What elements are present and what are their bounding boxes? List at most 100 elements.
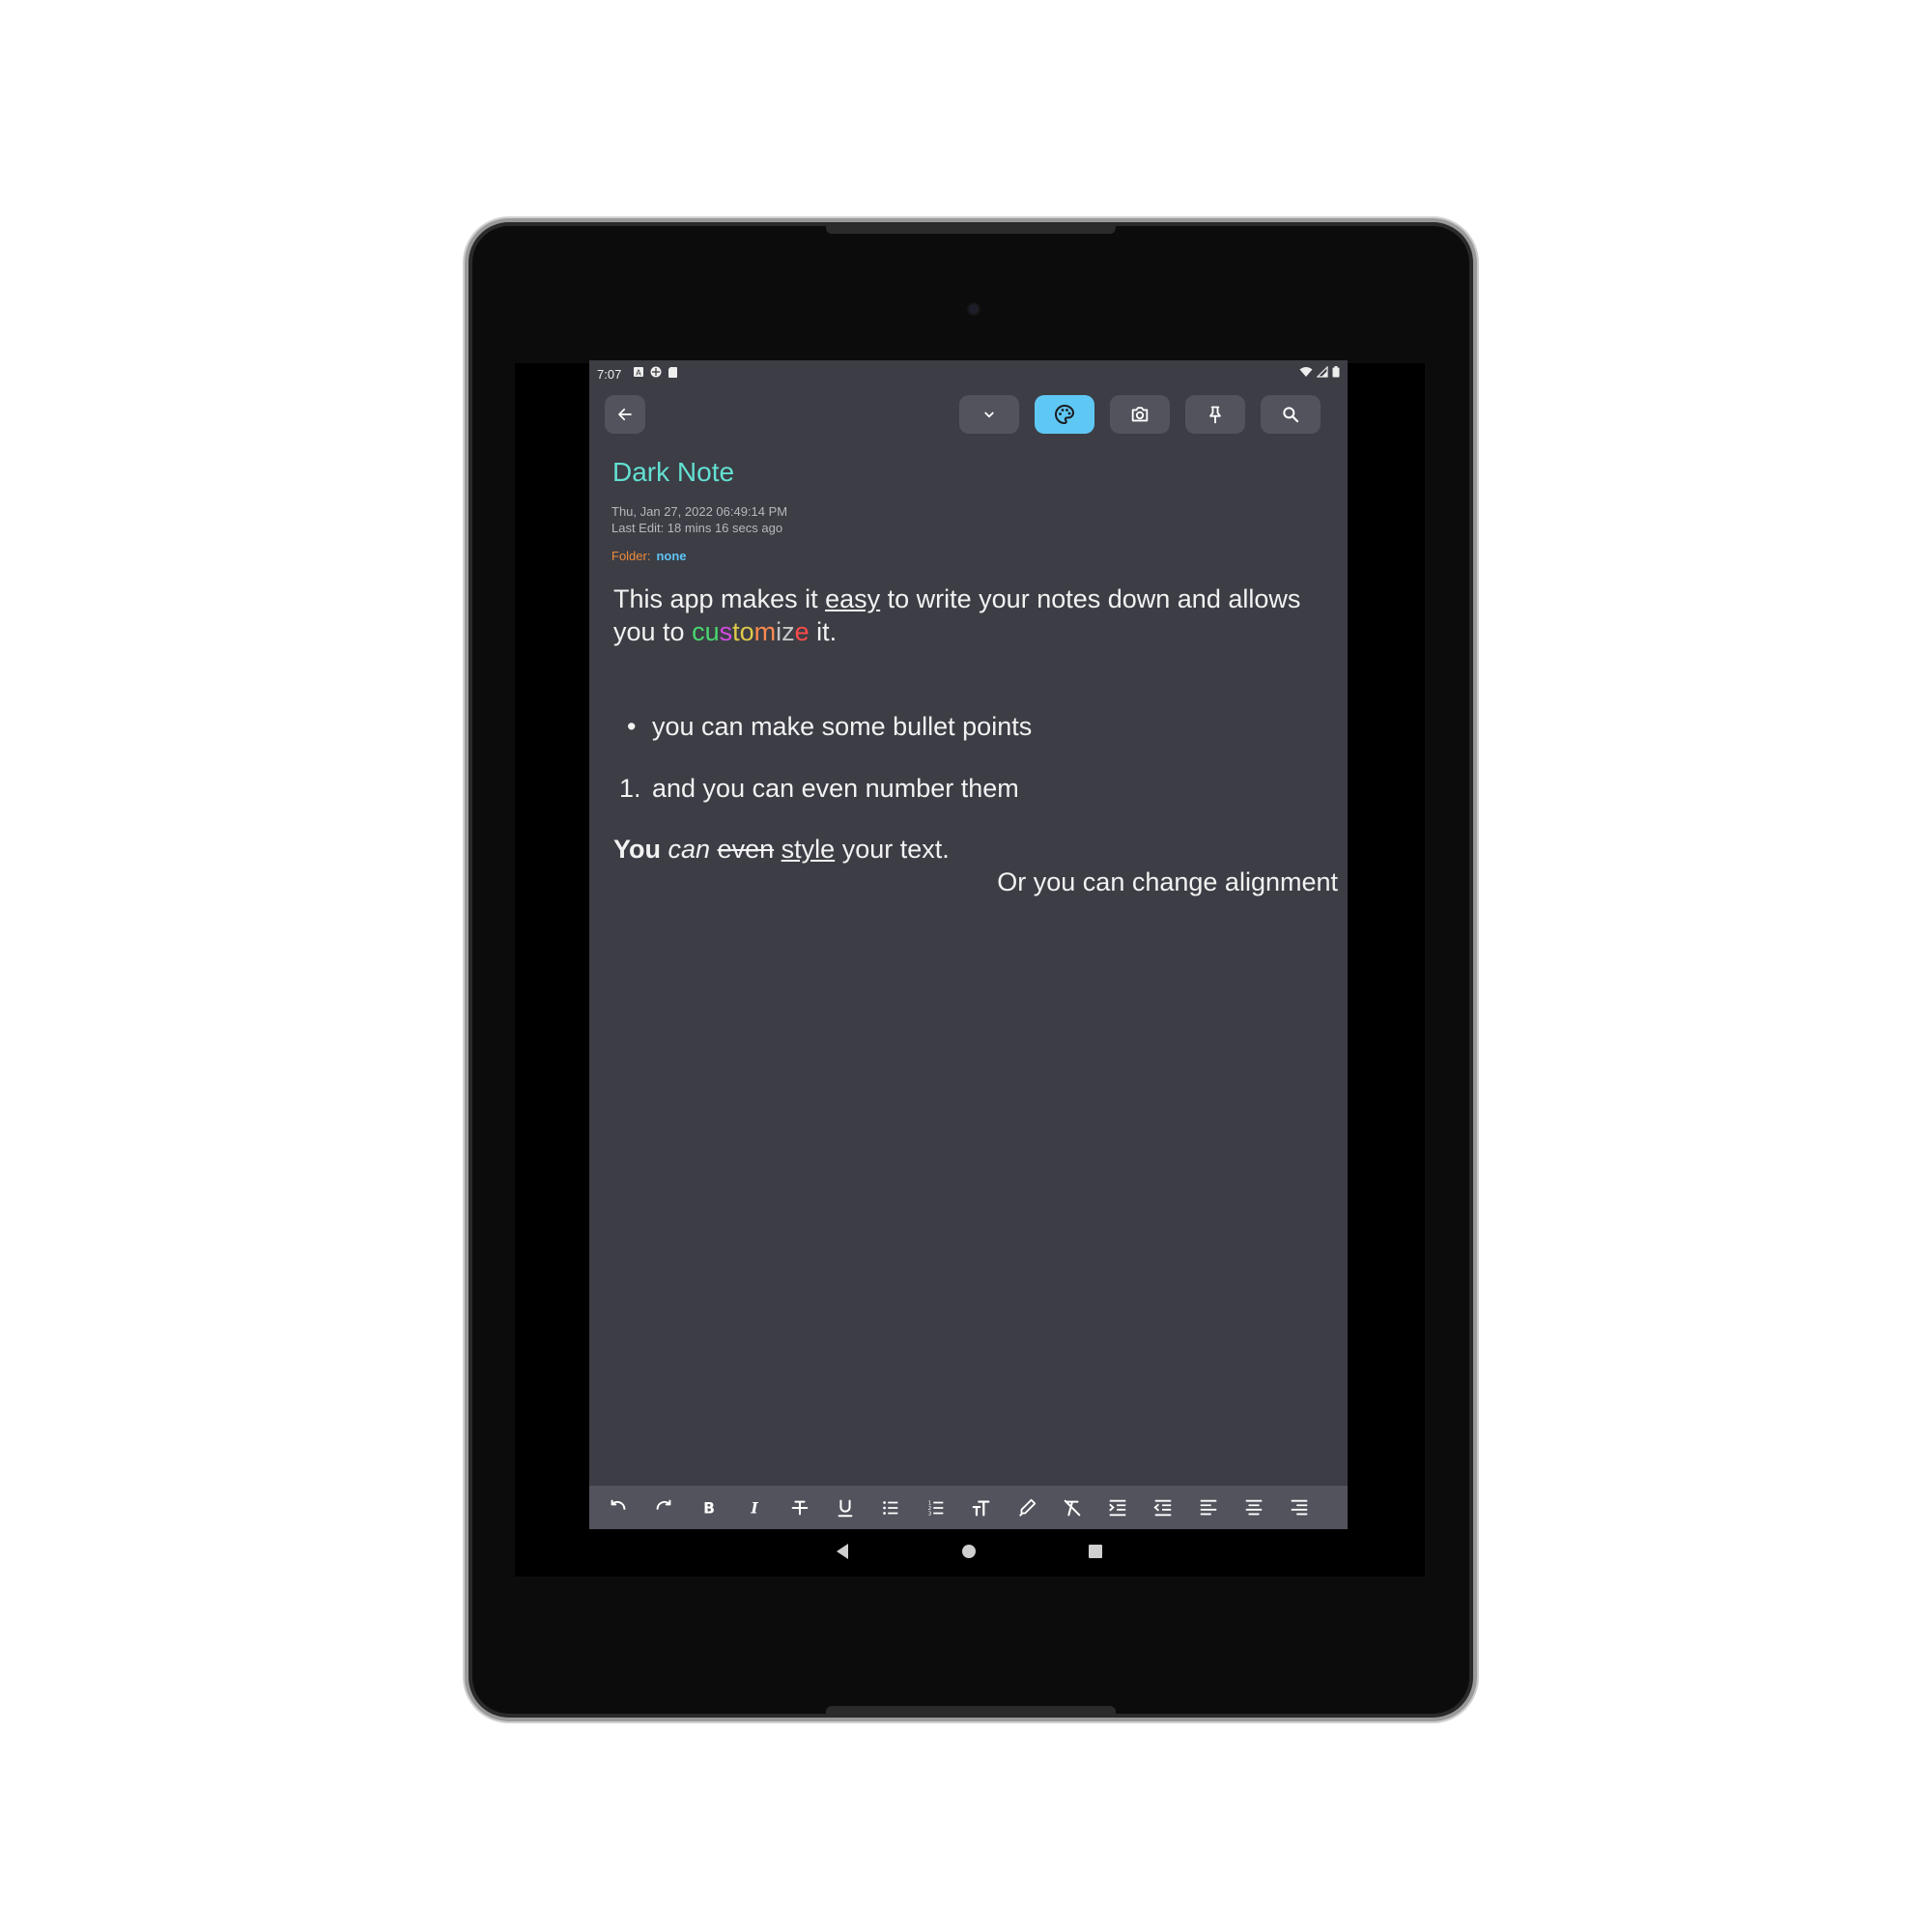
svg-text:I: I — [750, 1498, 758, 1517]
front-camera — [969, 304, 979, 314]
colored-letter: s — [719, 617, 733, 646]
theme-color-button[interactable] — [1035, 395, 1094, 434]
bullet-list-item[interactable]: • you can make some bullet points — [627, 710, 1032, 743]
undo-icon — [611, 1499, 625, 1510]
strikethrough-text: even — [717, 835, 775, 864]
colored-letter: o — [739, 617, 754, 646]
pin-icon — [1209, 406, 1221, 424]
note-title[interactable]: Dark Note — [612, 457, 734, 488]
search-icon — [1283, 407, 1299, 423]
numbered-list-button[interactable]: 123 — [913, 1486, 958, 1529]
align-center-button[interactable] — [1231, 1486, 1276, 1529]
italic-button[interactable]: I — [731, 1486, 777, 1529]
status-right-icons — [1299, 366, 1340, 378]
pin-button[interactable] — [1185, 395, 1245, 434]
styled-rest-text: your text. — [835, 835, 950, 864]
colored-letter: e — [794, 617, 810, 646]
nav-recents-button[interactable] — [1083, 1539, 1108, 1564]
colored-letter: u — [704, 617, 720, 646]
bullet-list-icon — [882, 1500, 897, 1515]
bold-button[interactable]: B — [686, 1486, 731, 1529]
svg-text:B: B — [703, 1499, 715, 1517]
status-time: 7:07 — [597, 367, 622, 382]
note-meta: Thu, Jan 27, 2022 06:49:14 PM Last Edit:… — [611, 503, 787, 536]
nav-back-icon — [836, 1544, 848, 1559]
status-bar: 7:07 A — [589, 360, 1348, 387]
colored-letter: t — [732, 617, 740, 646]
text-color-button[interactable] — [1004, 1486, 1049, 1529]
strikethrough-icon — [791, 1500, 808, 1515]
redo-button[interactable] — [640, 1486, 686, 1529]
intro-paragraph[interactable]: This app makes it easy to write your not… — [613, 582, 1333, 648]
clear-format-icon — [1064, 1499, 1080, 1516]
nav-home-button[interactable] — [956, 1539, 981, 1564]
chevron-down-icon — [984, 412, 994, 418]
app-screen: 7:07 A Dark Note Thu, Jan 27, 2022 06:49… — [589, 360, 1348, 1529]
nav-home-icon — [961, 1545, 976, 1558]
indent-button[interactable] — [1094, 1486, 1140, 1529]
expand-button[interactable] — [959, 395, 1019, 434]
underline-button[interactable] — [822, 1486, 867, 1529]
text-color-icon — [1018, 1498, 1036, 1517]
outdent-button[interactable] — [1140, 1486, 1185, 1529]
text-size-button[interactable] — [958, 1486, 1004, 1529]
numbered-list-item[interactable]: 1. and you can even number them — [619, 772, 1019, 805]
colored-customize: customize — [692, 617, 810, 646]
indent-icon — [1108, 1499, 1125, 1516]
sd-card-icon — [668, 367, 677, 378]
intro-text-1: This app makes it — [613, 584, 826, 613]
system-nav-bar — [589, 1529, 1348, 1574]
notification-a-icon: A — [634, 367, 643, 378]
right-aligned-text[interactable]: Or you can change alignment — [997, 866, 1338, 898]
styled-text-line[interactable]: You can even style your text. — [613, 833, 950, 866]
italic-icon: I — [750, 1498, 758, 1517]
clear-format-button[interactable] — [1049, 1486, 1094, 1529]
svg-text:A: A — [636, 369, 641, 378]
nav-recents-icon — [1088, 1545, 1102, 1558]
undo-button[interactable] — [595, 1486, 640, 1529]
number-marker: 1. — [619, 774, 641, 803]
folder-value[interactable]: none — [656, 549, 686, 563]
colored-letter: c — [692, 617, 705, 646]
colored-letter: m — [753, 617, 777, 646]
intro-text-3: it. — [809, 617, 838, 646]
align-right-button[interactable] — [1276, 1486, 1321, 1529]
strikethrough-button[interactable] — [777, 1486, 822, 1529]
numbered-list-icon: 123 — [927, 1500, 943, 1517]
colored-letter: z — [781, 617, 795, 646]
tablet-top-edge — [826, 224, 1116, 234]
align-left-button[interactable] — [1185, 1486, 1231, 1529]
underline-icon — [838, 1499, 852, 1517]
numbered-text: and you can even number them — [652, 774, 1019, 803]
camera-icon — [1131, 407, 1149, 422]
bullet-dot: • — [627, 712, 637, 741]
underlined-easy: easy — [825, 584, 881, 613]
back-arrow-icon — [618, 408, 632, 421]
created-date: Thu, Jan 27, 2022 06:49:14 PM — [611, 504, 788, 519]
last-edit: Last Edit: 18 mins 16 secs ago — [611, 521, 783, 535]
back-button[interactable] — [605, 395, 645, 434]
underlined-text: style — [781, 835, 836, 864]
align-right-icon — [1291, 1499, 1307, 1515]
nav-back-button[interactable] — [830, 1539, 855, 1564]
outdent-icon — [1152, 1499, 1171, 1516]
search-button[interactable] — [1261, 395, 1321, 434]
folder-row: Folder: none — [611, 549, 687, 563]
palette-icon — [1055, 404, 1075, 425]
camera-button[interactable] — [1110, 395, 1170, 434]
signal-icon — [1317, 366, 1328, 378]
note-body[interactable]: This app makes it easy to write your not… — [613, 582, 1338, 896]
bold-icon: B — [703, 1499, 715, 1517]
folder-label: Folder: — [611, 549, 651, 563]
align-center-icon — [1245, 1499, 1262, 1515]
italic-text: can — [668, 835, 711, 864]
align-left-icon — [1200, 1499, 1216, 1515]
bullet-list-button[interactable] — [867, 1486, 913, 1529]
wifi-icon — [1299, 367, 1313, 377]
redo-icon — [656, 1499, 670, 1510]
notification-circle-icon — [650, 366, 662, 378]
svg-text:3: 3 — [927, 1511, 931, 1517]
formatting-toolbar: B I 123 — [589, 1486, 1348, 1529]
tablet-bottom-edge — [826, 1706, 1116, 1716]
battery-icon — [1332, 366, 1340, 378]
